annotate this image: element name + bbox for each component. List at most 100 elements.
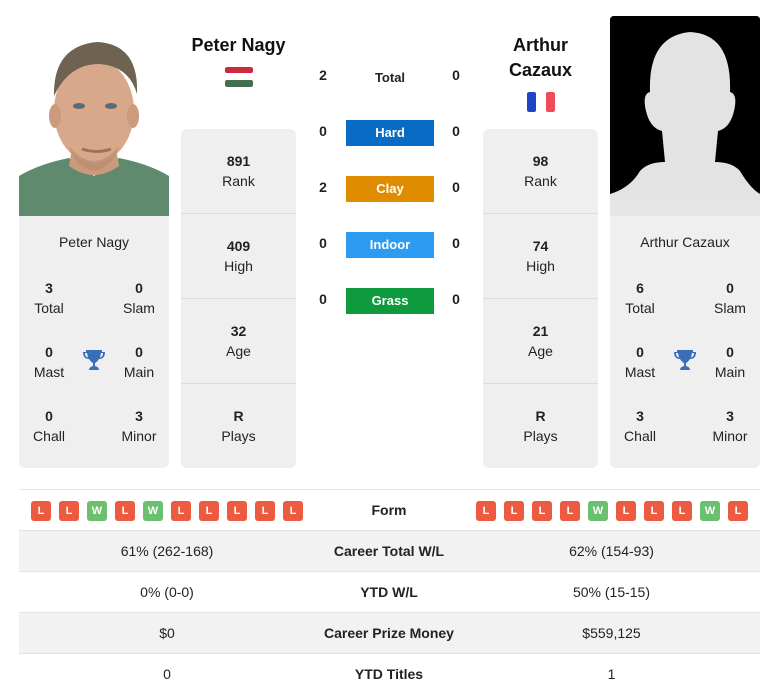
form-row: LLWLWLLLLL Form LLLLWLLLWL xyxy=(19,489,760,530)
stat-value: 891 xyxy=(226,153,251,169)
titles-mast-value: 0 xyxy=(636,344,644,360)
stat-label: Age xyxy=(528,343,553,359)
stat-value: 98 xyxy=(532,153,549,169)
stat-value: 32 xyxy=(230,323,247,339)
form-badge-loss[interactable]: L xyxy=(672,501,692,521)
titles-main-left: 0 Main xyxy=(109,342,169,382)
form-badges-right: LLLLWLLLWL xyxy=(476,501,748,521)
titles-minor-value: 3 xyxy=(135,408,143,424)
player-name-small-left[interactable]: Peter Nagy xyxy=(19,234,169,250)
comparison-left-value: 0% (0-0) xyxy=(140,584,194,600)
titles-main-right: 0 Main xyxy=(700,342,760,382)
form-badge-loss[interactable]: L xyxy=(728,501,748,521)
comparison-row: 0 YTD Titles 1 xyxy=(19,653,760,694)
form-badge-loss[interactable]: L xyxy=(199,501,219,521)
surface-clay-badge[interactable]: Clay xyxy=(346,176,434,202)
form-badge-win[interactable]: W xyxy=(87,501,107,521)
h2h-indoor-left: 0 xyxy=(319,235,327,251)
titles-chall-right: 3 Chall xyxy=(610,406,670,446)
titles-mast-label: Mast xyxy=(33,364,65,380)
stat-plays-left: R Plays xyxy=(181,384,296,469)
surface-hard-badge[interactable]: Hard xyxy=(346,120,434,146)
stat-rank-left: 891 Rank xyxy=(181,129,296,214)
titles-total-left: 3 Total xyxy=(19,278,79,318)
stat-label: Plays xyxy=(221,428,256,444)
form-badge-loss[interactable]: L xyxy=(644,501,664,521)
comparison-row: 61% (262-168) Career Total W/L 62% (154-… xyxy=(19,530,760,571)
stat-label: Plays xyxy=(523,428,558,444)
h2h-total-label: Total xyxy=(374,70,406,85)
form-badge-win[interactable]: W xyxy=(588,501,608,521)
titles-mast-value: 0 xyxy=(45,344,53,360)
comparison-left-value: 61% (262-168) xyxy=(120,543,214,559)
player-photo-left xyxy=(19,16,169,216)
titles-chall-left: 0 Chall xyxy=(19,406,79,446)
player-name-left[interactable]: Peter Nagy xyxy=(181,33,296,58)
stat-value: R xyxy=(535,408,546,424)
form-badge-loss[interactable]: L xyxy=(283,501,303,521)
form-badge-loss[interactable]: L xyxy=(31,501,51,521)
player-name-right-line1: Arthur xyxy=(513,35,568,55)
h2h-hard-left: 0 xyxy=(319,123,327,139)
titles-slam-value: 0 xyxy=(135,280,143,296)
surface-grass-badge[interactable]: Grass xyxy=(346,288,434,314)
comparison-left-value: 0 xyxy=(163,666,171,682)
form-badge-loss[interactable]: L xyxy=(560,501,580,521)
titles-total-right: 6 Total xyxy=(610,278,670,318)
form-badge-loss[interactable]: L xyxy=(59,501,79,521)
form-badge-loss[interactable]: L xyxy=(115,501,135,521)
titles-main-label: Main xyxy=(123,364,155,380)
titles-slam-label: Slam xyxy=(714,300,746,316)
player-name-right[interactable]: Arthur Cazaux xyxy=(483,33,598,83)
titles-slam-value: 0 xyxy=(726,280,734,296)
stat-value: R xyxy=(233,408,244,424)
stat-value: 409 xyxy=(226,238,251,254)
stat-label: High xyxy=(526,258,555,274)
form-badge-win[interactable]: W xyxy=(143,501,163,521)
form-badge-loss[interactable]: L xyxy=(476,501,496,521)
form-badge-loss[interactable]: L xyxy=(616,501,636,521)
comparison-label: YTD Titles xyxy=(354,666,424,682)
titles-minor-label: Minor xyxy=(121,428,157,444)
titles-slam-left: 0 Slam xyxy=(109,278,169,318)
form-badge-loss[interactable]: L xyxy=(504,501,524,521)
titles-chall-label: Chall xyxy=(624,428,656,444)
titles-total-label: Total xyxy=(625,300,655,316)
titles-mast-label: Mast xyxy=(624,364,656,380)
form-badge-loss[interactable]: L xyxy=(255,501,275,521)
form-badge-win[interactable]: W xyxy=(700,501,720,521)
h2h-clay-left: 2 xyxy=(319,179,327,195)
h2h-total-left: 2 xyxy=(319,67,327,83)
form-badge-loss[interactable]: L xyxy=(532,501,552,521)
comparison-right-value: $559,125 xyxy=(582,625,641,641)
comparison-right-value: 1 xyxy=(607,666,616,682)
comparison-label: YTD W/L xyxy=(360,584,418,600)
titles-total-value: 6 xyxy=(636,280,644,296)
player-photo-right xyxy=(610,16,760,216)
stat-rank-right: 98 Rank xyxy=(483,129,598,214)
titles-slam-label: Slam xyxy=(123,300,155,316)
comparison-row: 0% (0-0) YTD W/L 50% (15-15) xyxy=(19,571,760,612)
comparison-row: $0 Career Prize Money $559,125 xyxy=(19,612,760,653)
form-label: Form xyxy=(371,502,407,518)
surface-indoor-badge[interactable]: Indoor xyxy=(346,232,434,258)
player-name-small-right[interactable]: Arthur Cazaux xyxy=(610,234,760,250)
titles-mast-left: 0 Mast xyxy=(19,342,79,382)
titles-chall-value: 0 xyxy=(45,408,53,424)
trophy-icon xyxy=(673,348,697,372)
comparison-right-value: 50% (15-15) xyxy=(572,584,651,600)
form-badge-loss[interactable]: L xyxy=(171,501,191,521)
player-titles-card-right: Arthur Cazaux 6 Total 0 Slam 0 Mast 0 Ma… xyxy=(610,216,760,468)
titles-mast-right: 0 Mast xyxy=(610,342,670,382)
player-name-right-line2: Cazaux xyxy=(508,60,573,80)
titles-main-value: 0 xyxy=(135,344,143,360)
player-titles-card-left: Peter Nagy 3 Total 0 Slam 0 Mast 0 Main … xyxy=(19,216,169,468)
comparison-left-value: $0 xyxy=(159,625,175,641)
form-badge-loss[interactable]: L xyxy=(227,501,247,521)
h2h-total-right: 0 xyxy=(452,67,460,83)
stat-value: 74 xyxy=(532,238,549,254)
stat-label: Rank xyxy=(524,173,557,189)
h2h-indoor-right: 0 xyxy=(452,235,460,251)
titles-minor-label: Minor xyxy=(712,428,748,444)
player-stats-right: 98 Rank 74 High 21 Age R Plays xyxy=(483,129,598,468)
